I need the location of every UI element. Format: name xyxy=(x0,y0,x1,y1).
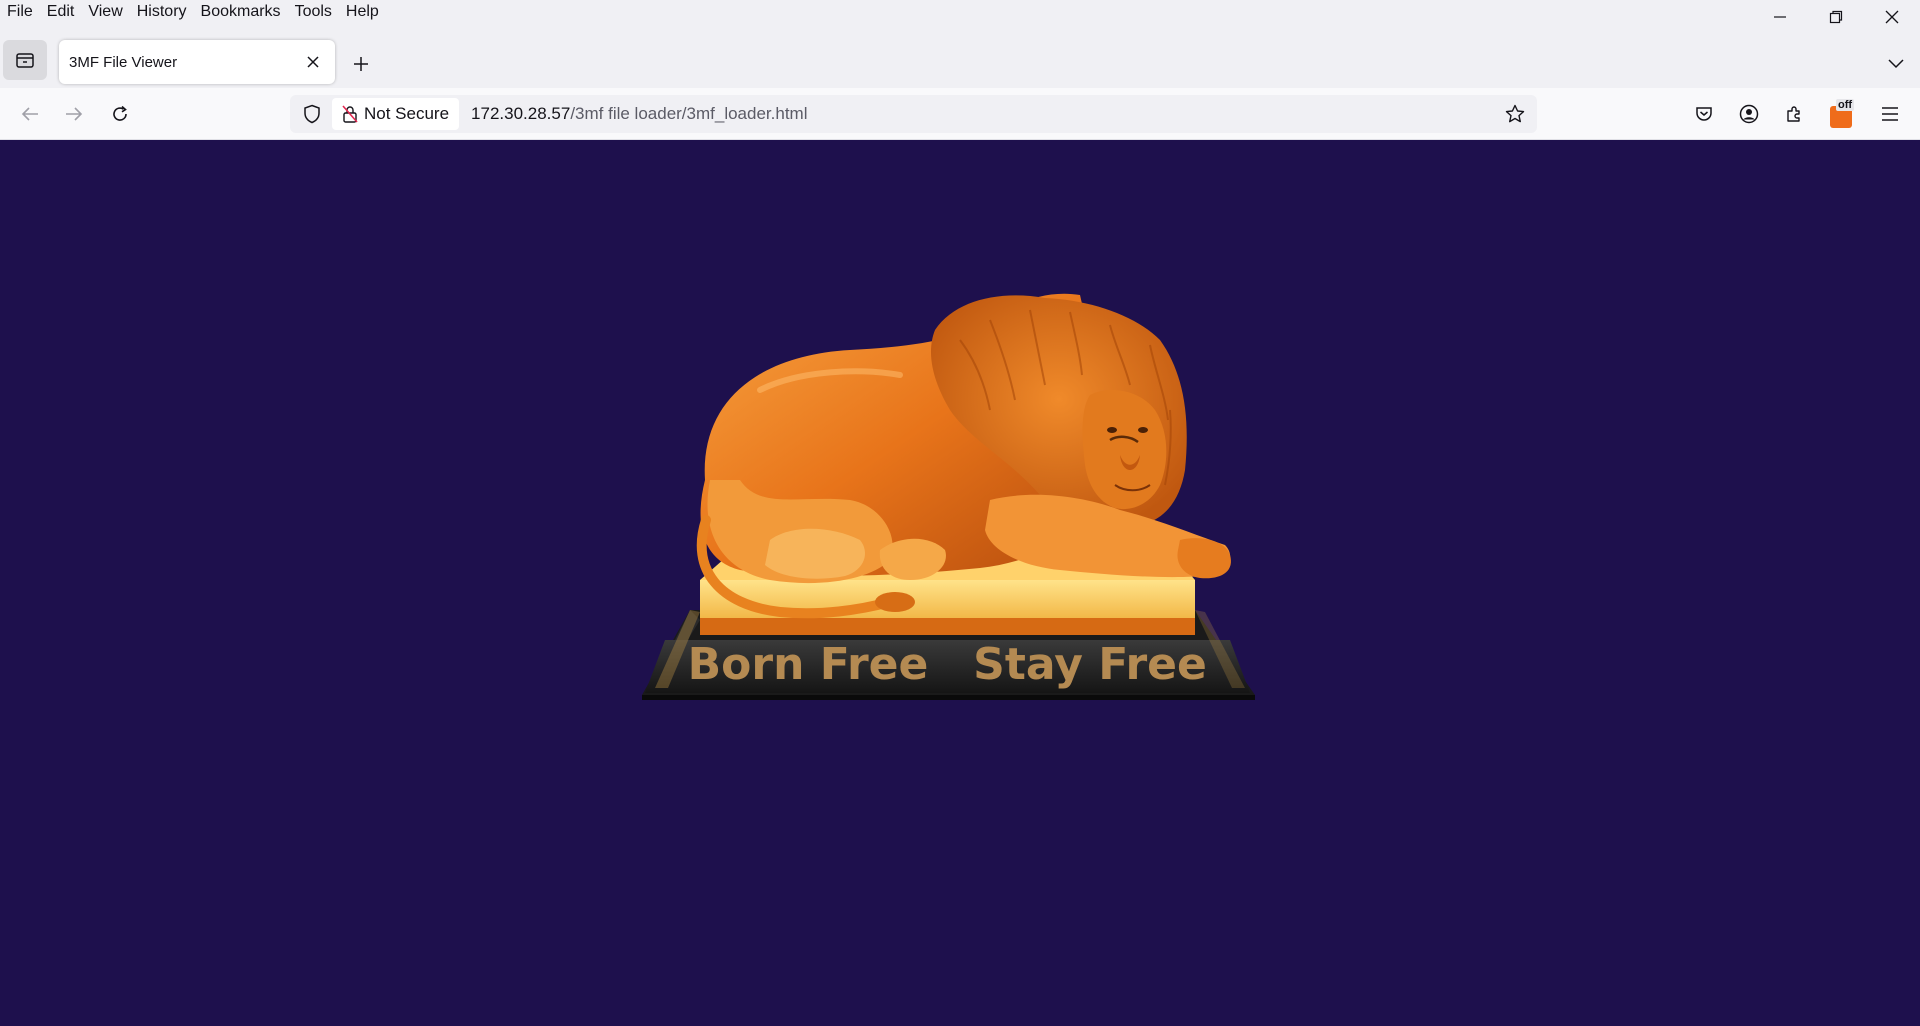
star-icon xyxy=(1505,104,1525,123)
tab-overview-button[interactable] xyxy=(3,40,47,80)
base-text-right: Stay Free xyxy=(973,639,1207,690)
not-secure-lock-icon xyxy=(342,105,358,123)
menu-help[interactable]: Help xyxy=(339,0,386,26)
list-all-tabs-button[interactable] xyxy=(1882,50,1910,78)
back-button[interactable] xyxy=(12,96,48,132)
app-menu-button[interactable] xyxy=(1872,96,1908,132)
forward-button[interactable] xyxy=(56,96,92,132)
restore-icon xyxy=(1829,10,1843,24)
tab-strip: 3MF File Viewer xyxy=(0,26,1920,88)
account-icon xyxy=(1739,104,1759,124)
pocket-button[interactable] xyxy=(1686,96,1722,132)
minimize-icon xyxy=(1774,16,1786,18)
extension-badge: off xyxy=(1836,99,1855,111)
menu-icon xyxy=(1882,107,1898,121)
tab-3mf-file-viewer[interactable]: 3MF File Viewer xyxy=(59,40,335,84)
chevron-down-icon xyxy=(1888,59,1904,69)
reload-button[interactable] xyxy=(102,96,138,132)
back-icon xyxy=(21,107,38,121)
tab-overview-icon xyxy=(16,53,34,68)
menu-bar: File Edit View History Bookmarks Tools H… xyxy=(0,0,1920,26)
menu-tools[interactable]: Tools xyxy=(288,0,339,26)
3d-viewer-canvas[interactable]: Born Free Stay Free xyxy=(0,140,1920,1026)
url-text[interactable]: 172.30.28.57/3mf file loader/3mf_loader.… xyxy=(471,104,1497,124)
close-icon xyxy=(1885,10,1899,24)
bookmark-star-button[interactable] xyxy=(1497,96,1533,132)
menu-bookmarks[interactable]: Bookmarks xyxy=(194,0,288,26)
menu-edit[interactable]: Edit xyxy=(40,0,82,26)
shield-icon xyxy=(304,104,320,124)
extensions-button[interactable] xyxy=(1776,96,1812,132)
navigation-bar: Not Secure 172.30.28.57/3mf file loader/… xyxy=(0,88,1920,140)
lion-model xyxy=(696,293,1231,619)
menu-view[interactable]: View xyxy=(81,0,129,26)
tab-close-button[interactable] xyxy=(299,48,327,76)
extensions-icon xyxy=(1787,106,1800,122)
tab-title: 3MF File Viewer xyxy=(69,53,178,71)
tracking-protection-button[interactable] xyxy=(294,95,330,133)
url-path: /3mf file loader/3mf_loader.html xyxy=(570,104,808,123)
page-content: Born Free Stay Free xyxy=(0,140,1920,1026)
site-security-indicator[interactable]: Not Secure xyxy=(332,98,460,130)
menu-file[interactable]: File xyxy=(0,0,40,26)
url-bar[interactable]: Not Secure 172.30.28.57/3mf file loader/… xyxy=(290,95,1537,133)
forward-icon xyxy=(66,107,83,121)
base-text-left: Born Free xyxy=(688,639,929,690)
account-button[interactable] xyxy=(1731,96,1767,132)
reload-icon xyxy=(113,105,127,121)
menu-history[interactable]: History xyxy=(130,0,194,26)
url-host: 172.30.28.57 xyxy=(471,104,571,123)
plus-icon xyxy=(354,57,368,71)
new-tab-button[interactable] xyxy=(347,50,375,78)
close-icon xyxy=(307,56,319,68)
not-secure-label: Not Secure xyxy=(364,104,450,123)
pocket-icon xyxy=(1696,107,1712,121)
